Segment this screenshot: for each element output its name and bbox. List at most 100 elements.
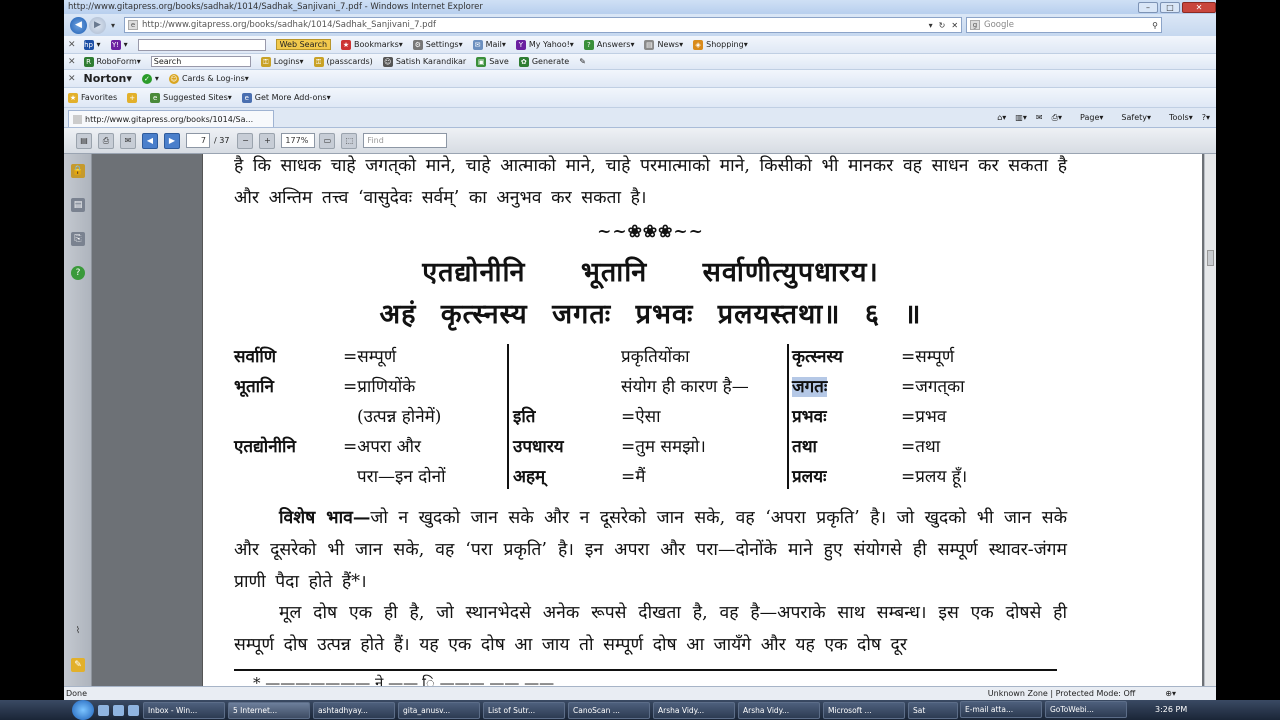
close-toolbar-icon[interactable]: ✕ [68,57,76,67]
pdf-print-icon[interactable]: ⎙ [98,132,114,149]
feeds-icon[interactable]: ▥▾ [1015,113,1027,122]
mail-icon[interactable]: ✉ [1036,113,1043,122]
web-search-button[interactable]: Web Search [275,39,332,50]
taskbar-item[interactable]: Arsha Vidy... [653,701,735,719]
yahoo-mail[interactable]: ✉ Mail ▾ [472,39,506,50]
close-toolbar-icon[interactable]: ✕ [68,74,76,84]
roboform-generate[interactable]: ✿ Generate [518,56,569,67]
roboform-logins[interactable]: ⚿ Logins ▾ [260,56,304,67]
back-icon[interactable]: ◀ [70,16,87,34]
taskbar-item[interactable]: Inbox - Win... [143,701,225,719]
pdf-save-icon[interactable]: ▤ [76,132,92,149]
page-number-input[interactable]: 7 [186,133,210,148]
zoom-input[interactable]: 177% [281,133,316,148]
pencil-icon[interactable]: ✎ [579,57,586,66]
safety-menu[interactable]: Safety▾ [1112,113,1151,122]
pdf-page: है कि साधक चाहे जगत्‌को माने, चाहे आत्मा… [202,154,1202,686]
roboform-save[interactable]: ▣ Save [476,56,509,67]
norton-logo[interactable]: Norton ▾ [84,72,132,85]
favorites-button[interactable]: ★ Favorites [68,92,117,103]
pdf-toolbar: ▤ ⎙ ✉ ◀ ▶ 7 / 37 − + 177% ▭ ⬚ Find [64,128,1216,154]
page-menu[interactable]: Page▾ [1071,113,1103,122]
roboform-identity[interactable]: ☺ Satish Karandikar [382,56,466,67]
zoom-in-icon[interactable]: + [259,132,276,149]
forward-icon[interactable]: ▶ [89,16,106,34]
home-icon[interactable]: ⌂▾ [997,113,1006,122]
pdf-tab-icon [73,114,82,124]
zoom-level-icon[interactable]: ⊕▾ [1165,689,1176,698]
taskbar-item[interactable]: GoToWebi... [1045,701,1127,718]
taskbar-item[interactable]: gita_anusv... [398,701,480,719]
help-circle-icon[interactable]: ? [71,266,85,280]
attachments-icon[interactable]: ⎘ [71,232,85,246]
yahoo-toolbar: ✕ hp ▾ Y! ▾ Web Search ★ Bookmarks ▾ ⚙ Settin… [64,36,1216,54]
yahoo-bookmarks[interactable]: ★ Bookmarks ▾ [341,39,403,50]
taskbar-item[interactable]: 5 Internet... [228,701,310,719]
next-page-icon[interactable]: ▶ [164,132,180,149]
taskbar-clock[interactable]: 3:26 PM [1155,705,1187,714]
url-field[interactable]: e http://www.gitapress.org/books/sadhak/… [124,17,963,33]
zoom-out-icon[interactable]: − [237,132,254,149]
yahoo-shopping[interactable]: ◈ Shopping ▾ [693,39,748,50]
search-field[interactable]: g Google ⚲ [966,17,1163,33]
close-window-button[interactable]: ✕ [1182,1,1216,13]
quicklaunch-explorer-icon[interactable] [113,704,124,716]
get-more-addons[interactable]: e Get More Add-ons ▾ [241,92,331,103]
taskbar-item[interactable]: Microsoft ... [823,701,905,719]
comments-icon[interactable]: ✎ [71,658,85,672]
taskbar-item[interactable]: E-mail atta... [960,701,1042,718]
yahoo-answers[interactable]: ? Answers ▾ [583,39,634,50]
command-bar: ⌂▾ ▥▾ ✉ ⎙▾ Page▾ Safety▾ Tools▾ ?▾ [988,113,1216,123]
lock-icon[interactable]: 🔒 [71,164,85,178]
roboform-search[interactable]: Search [150,56,251,67]
pdf-email-icon[interactable]: ✉ [120,132,136,149]
refresh-icon[interactable]: ↻ [939,21,946,30]
tools-menu[interactable]: Tools▾ [1160,113,1193,122]
search-icon[interactable]: ⚲ [1152,21,1158,30]
yahoo-search-input[interactable] [137,38,266,51]
fit-width-icon[interactable]: ⬚ [341,132,358,149]
my-yahoo[interactable]: Y My Yahoo! ▾ [515,39,574,50]
roboform-passcards[interactable]: ⚿ (passcards) [313,56,373,67]
taskbar-item[interactable]: Sat [908,701,958,719]
norton-toolbar: ✕ Norton ▾ ✓ ▾ ☺ Cards & Log-ins ▾ [64,70,1216,88]
norton-cards-logins[interactable]: ☺ Cards & Log-ins ▾ [168,73,249,84]
find-input[interactable]: Find [363,133,448,148]
suggested-sites[interactable]: e Suggested Sites ▾ [150,92,232,103]
taskbar-item[interactable]: CanoScan ... [568,701,650,719]
quicklaunch-desktop-icon[interactable] [98,704,109,716]
minimize-button[interactable]: – [1138,1,1158,13]
quicklaunch-ie-icon[interactable] [128,704,139,716]
taskbar-item[interactable]: ashtadhyay... [313,701,395,719]
scroll-thumb[interactable] [1207,250,1214,266]
pages-icon[interactable]: ▤ [71,198,85,212]
print-icon[interactable]: ⎙▾ [1052,113,1062,123]
taskbar-item[interactable]: List of Sutr... [483,701,565,719]
document-area[interactable]: है कि साधक चाहे जगत्‌को माने, चाहे आत्मा… [92,154,1204,686]
stop-icon[interactable]: ✕ [951,21,958,30]
hp-icon[interactable]: hp ▾ [83,39,101,50]
paragraph-mool-dosh: मूल दोष एक ही है, जो स्थानभेदसे अनेक रूप… [234,603,1067,655]
start-button[interactable] [72,700,94,720]
gloss-divider-1 [507,344,509,489]
vertical-scrollbar[interactable] [1204,154,1216,686]
help-icon[interactable]: ?▾ [1202,113,1210,122]
maximize-button[interactable]: □ [1160,1,1180,13]
close-toolbar-icon[interactable]: ✕ [68,40,76,50]
yahoo-settings[interactable]: ⚙ Settings ▾ [412,39,463,50]
recent-pages-dropdown-icon[interactable]: ▾ [111,21,115,30]
norton-check-icon[interactable]: ✓ ▾ [141,73,159,84]
yahoo-news[interactable]: ▤ News ▾ [644,39,683,50]
roboform-menu[interactable]: R RoboForm ▾ [83,56,141,67]
fit-page-icon[interactable]: ▭ [319,132,336,149]
prev-page-icon[interactable]: ◀ [142,132,158,149]
taskbar-item[interactable]: Arsha Vidy... [738,701,820,719]
yahoo-logo[interactable]: Y! ▾ [110,39,128,50]
gloss-col3-words: कृत्स्नस्य जगतः प्रभवः तथा प्रलयः [792,347,843,487]
url-dropdown-icon[interactable]: ▾ [929,21,933,30]
security-zone[interactable]: Unknown Zone | Protected Mode: Off [988,689,1136,698]
add-favorite-icon[interactable]: + [127,92,140,103]
tab-pdf[interactable]: http://www.gitapress.org/books/1014/Sa..… [68,110,274,127]
google-icon: g [970,20,981,30]
paperclip-icon[interactable]: ⌇ [71,624,85,638]
